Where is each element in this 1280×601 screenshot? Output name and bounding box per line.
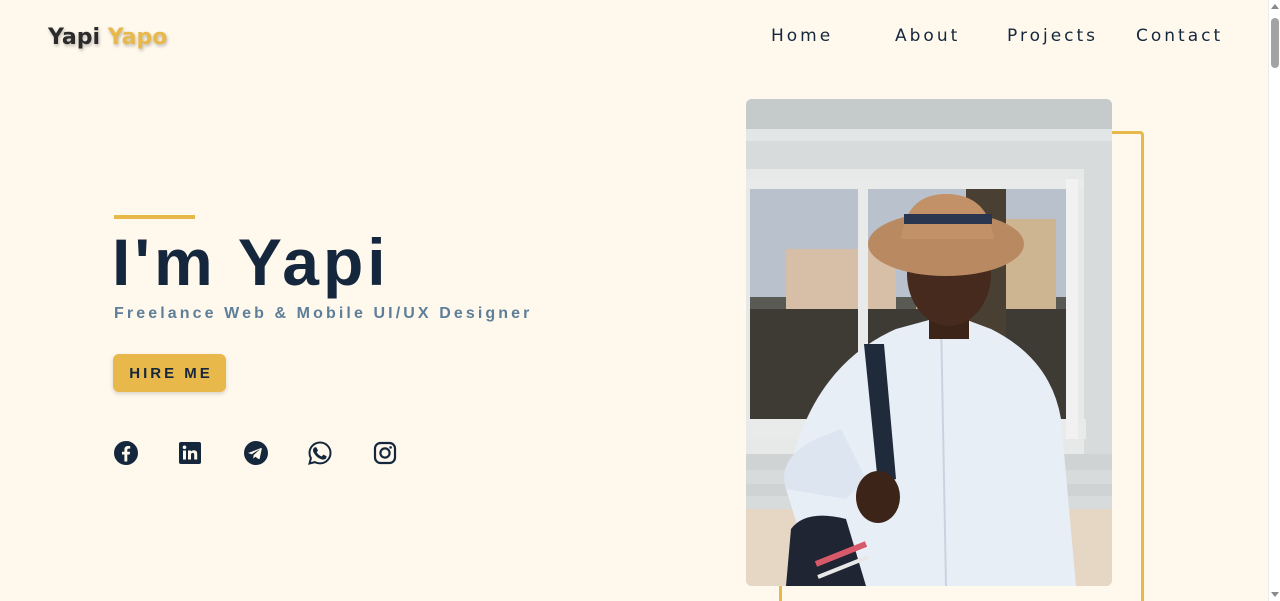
page-scrollbar[interactable] bbox=[1268, 0, 1280, 601]
hire-me-button[interactable]: HIRE ME bbox=[113, 354, 226, 392]
instagram-icon[interactable] bbox=[372, 440, 398, 466]
hero-subtitle: Freelance Web & Mobile UI/UX Designer bbox=[114, 305, 533, 322]
hero-title: I'm Yapi bbox=[112, 225, 390, 299]
main-nav: Home About Projects Contact bbox=[0, 26, 1280, 50]
nav-home-link[interactable]: Home bbox=[771, 26, 833, 46]
nav-contact-link[interactable]: Contact bbox=[1136, 26, 1223, 46]
scroll-up-arrow-icon[interactable] bbox=[1271, 4, 1279, 9]
profile-photo bbox=[746, 99, 1112, 586]
scroll-down-arrow-icon[interactable] bbox=[1271, 592, 1279, 597]
facebook-icon[interactable] bbox=[113, 440, 139, 466]
scrollbar-thumb[interactable] bbox=[1271, 18, 1279, 68]
nav-about-link[interactable]: About bbox=[895, 26, 960, 46]
linkedin-icon[interactable] bbox=[177, 440, 203, 466]
title-accent-line bbox=[114, 215, 195, 219]
telegram-icon[interactable] bbox=[243, 440, 269, 466]
whatsapp-icon[interactable] bbox=[307, 440, 333, 466]
nav-projects-link[interactable]: Projects bbox=[1007, 26, 1098, 46]
